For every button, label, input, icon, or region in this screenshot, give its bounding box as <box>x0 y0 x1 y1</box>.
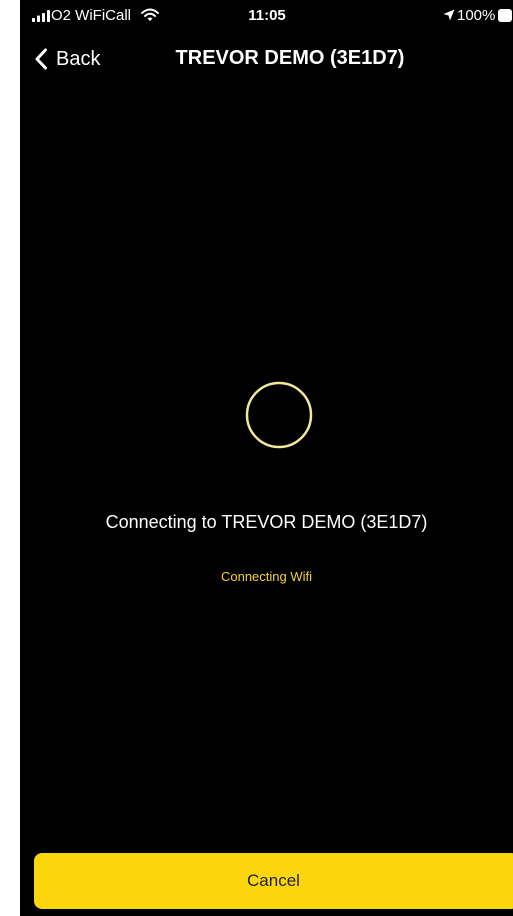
signal-bars-icon <box>32 10 50 22</box>
back-button[interactable]: Back <box>34 44 100 74</box>
wifi-icon <box>141 8 159 21</box>
connecting-title: Connecting to TREVOR DEMO (3E1D7) <box>105 512 428 532</box>
back-label: Back <box>56 47 101 70</box>
connecting-screen: O2 WiFiCall 11:05 100% Back TREVOR DEMO … <box>20 0 513 916</box>
cancel-button[interactable]: Cancel <box>34 853 513 909</box>
battery-icon <box>498 9 512 22</box>
navigation-bar: Back TREVOR DEMO (3E1D7) <box>20 40 513 78</box>
battery-percent: 100% <box>457 7 496 24</box>
connecting-status-text: Connecting Wifi <box>220 569 313 584</box>
carrier-name: O2 WiFiCall <box>51 7 132 24</box>
location-arrow-icon <box>443 9 455 21</box>
status-time: 11:05 <box>248 7 286 24</box>
chevron-left-icon <box>35 48 47 70</box>
loading-spinner-icon <box>245 381 313 449</box>
status-bar: O2 WiFiCall 11:05 100% <box>20 0 513 34</box>
page-title: TREVOR DEMO (3E1D7) <box>175 47 405 69</box>
